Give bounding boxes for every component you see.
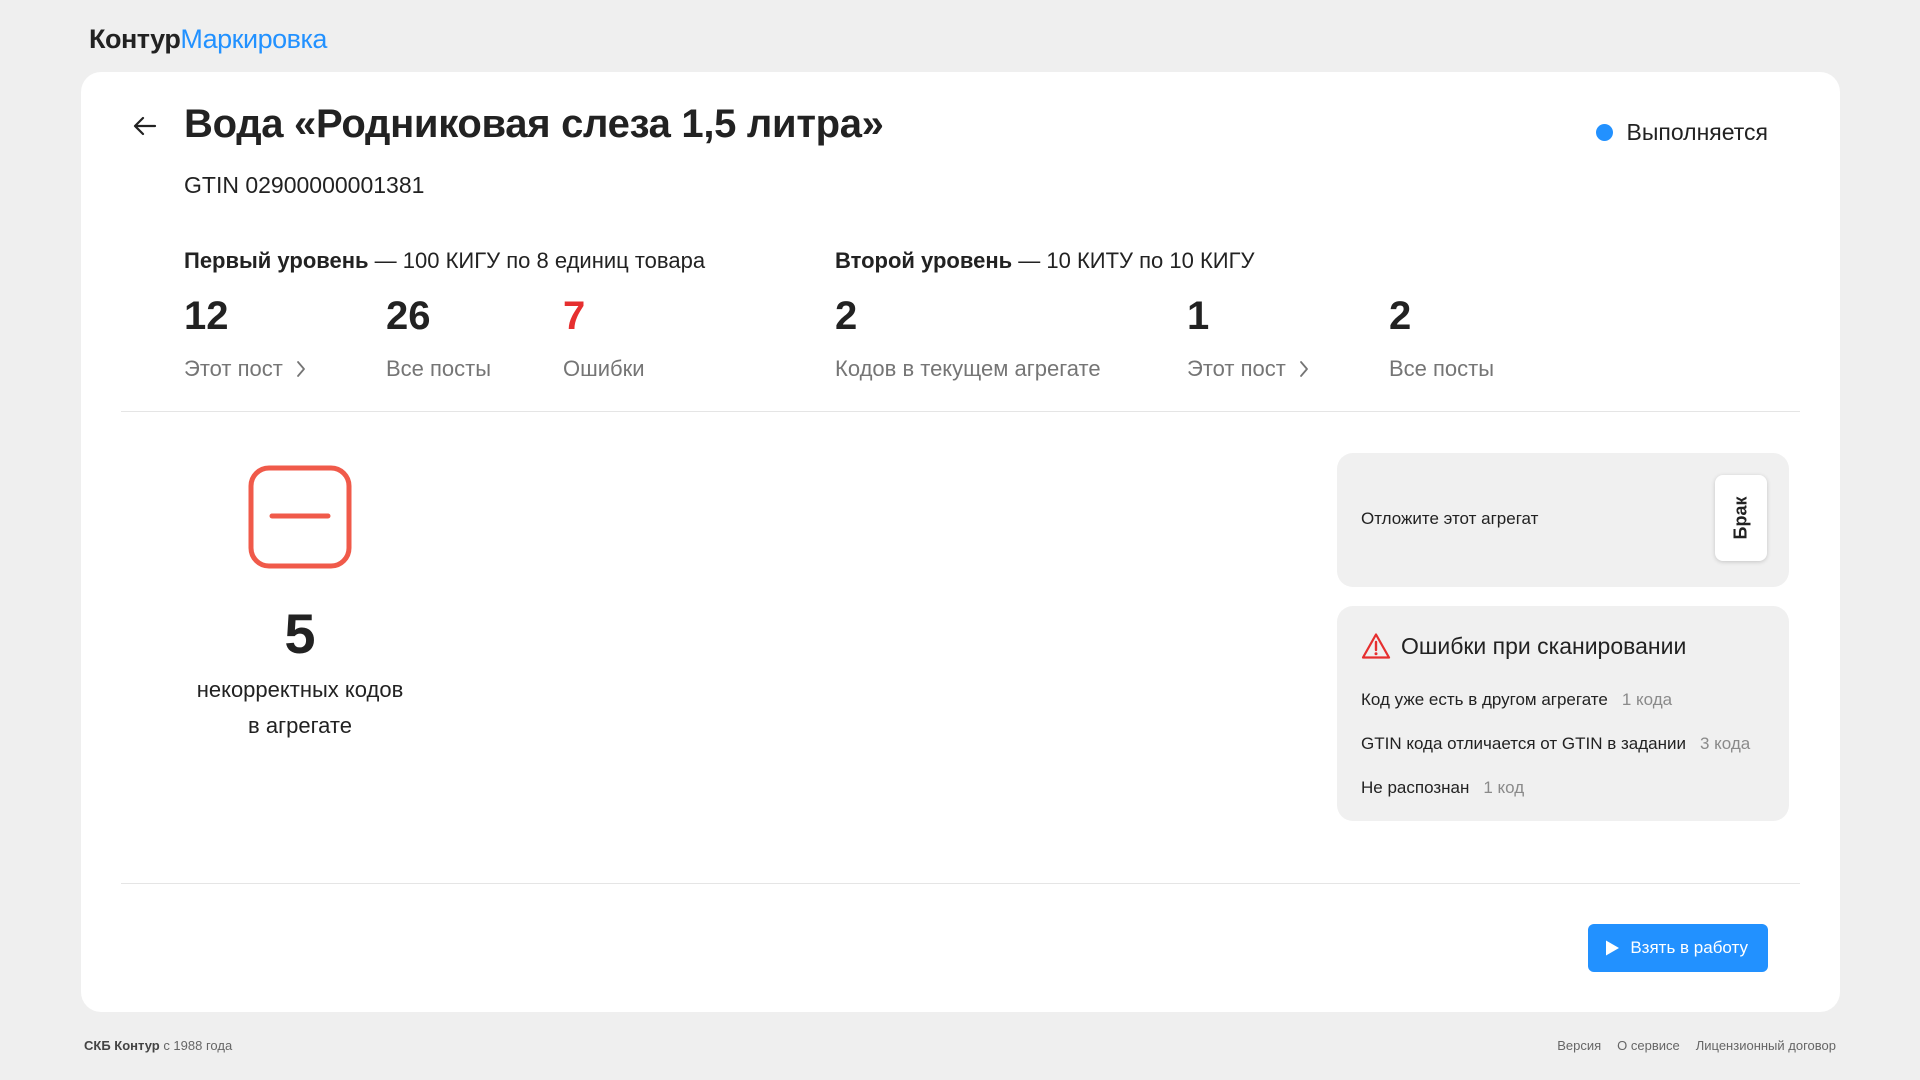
error-row: GTIN кода отличается от GTIN в задании 3 … xyxy=(1361,734,1750,754)
stat-level1-errors: 7 Ошибки xyxy=(563,292,645,382)
warning-triangle-icon xyxy=(1361,633,1391,659)
footer-since: с 1988 года xyxy=(159,1038,233,1053)
scan-errors-header: Ошибки при сканировании xyxy=(1361,632,1686,660)
error-count: 3 кода xyxy=(1699,734,1751,753)
divider-top xyxy=(121,411,1800,412)
footer-links: Версия О сервисе Лицензионный договор xyxy=(1557,1038,1836,1053)
scan-errors-panel: Ошибки при сканировании Код уже есть в д… xyxy=(1337,606,1789,821)
error-row: Код уже есть в другом агрегате 1 кода xyxy=(1361,690,1672,710)
stat-value: 1 xyxy=(1187,294,1210,338)
scan-errors-title: Ошибки при сканировании xyxy=(1401,632,1687,659)
stat-value: 2 xyxy=(1389,294,1412,338)
error-count: 1 кода xyxy=(1621,690,1673,709)
footer-copyright: СКБ Контур с 1988 года xyxy=(84,1038,232,1053)
stat-value: 12 xyxy=(184,294,229,338)
level-1-name: Первый уровень xyxy=(184,248,369,273)
stat-level2-current-aggregate: 2 Кодов в текущем агрегате xyxy=(835,292,1101,382)
stat-value: 2 xyxy=(835,294,858,338)
level-1-heading: Первый уровень — 100 КИГУ по 8 единиц то… xyxy=(184,248,705,274)
status-dot-icon xyxy=(1595,124,1613,141)
stat-level2-all-posts: 2 Все посты xyxy=(1389,292,1494,382)
error-count: 1 код xyxy=(1483,778,1525,797)
footer-company: СКБ Контур xyxy=(84,1038,160,1053)
minus-square-icon xyxy=(248,465,352,569)
page-title: Вода «Родниковая слеза 1,5 литра» xyxy=(184,102,884,146)
stat-label: Этот пост xyxy=(1187,356,1286,381)
stat-label-link[interactable]: Этот пост xyxy=(1187,356,1310,382)
start-work-label: Взять в работу xyxy=(1630,938,1748,957)
brand-logo[interactable]: КонтурМаркировка xyxy=(89,24,327,55)
status-text: Выполняется xyxy=(1626,119,1768,145)
divider-bottom xyxy=(121,883,1800,884)
stat-value: 7 xyxy=(563,294,586,338)
level-2-heading: Второй уровень — 10 КИТУ по 10 КИГУ xyxy=(835,248,1254,274)
stat-level2-this-post[interactable]: 1 Этот пост xyxy=(1187,292,1310,382)
play-icon xyxy=(1606,940,1620,956)
caption-line-1: некорректных кодов xyxy=(196,677,404,702)
footer-link-license[interactable]: Лицензионный договор xyxy=(1696,1038,1836,1053)
stat-level1-this-post[interactable]: 12 Этот пост xyxy=(184,292,307,382)
stat-label: Все посты xyxy=(1389,356,1495,381)
error-label: GTIN кода отличается от GTIN в задании xyxy=(1361,734,1686,753)
footer-link-version[interactable]: Версия xyxy=(1557,1038,1601,1053)
stat-label: Ошибки xyxy=(563,356,645,381)
brand-name-product: Маркировка xyxy=(180,24,327,54)
stat-level1-all-posts: 26 Все посты xyxy=(386,292,491,382)
stat-value: 26 xyxy=(386,294,431,338)
product-gtin: GTIN 02900000001381 xyxy=(184,172,425,198)
brand-name-kontur: Контур xyxy=(89,24,181,54)
task-card: Вода «Родниковая слеза 1,5 литра» GTIN 0… xyxy=(81,72,1840,1012)
error-label: Код уже есть в другом агрегате xyxy=(1361,690,1608,709)
incorrect-codes-caption: некорректных кодов в агрегате xyxy=(184,672,416,744)
stat-label: Все посты xyxy=(386,356,492,381)
status-badge: Выполняется xyxy=(1595,119,1768,146)
level-1-desc: — 100 КИГУ по 8 единиц товара xyxy=(368,248,706,273)
level-2-desc: — 10 КИТУ по 10 КИГУ xyxy=(1012,248,1255,273)
chevron-right-icon xyxy=(296,361,305,377)
level-2-name: Второй уровень xyxy=(835,248,1013,273)
chevron-right-icon xyxy=(1299,361,1308,377)
stat-label-link[interactable]: Этот пост xyxy=(184,356,307,382)
stat-label: Кодов в текущем агрегате xyxy=(835,356,1101,381)
incorrect-codes-count: 5 xyxy=(284,602,316,665)
defect-button-label: Брак xyxy=(1730,496,1751,540)
footer-link-about[interactable]: О сервисе xyxy=(1617,1038,1680,1053)
error-label: Не распознан xyxy=(1361,778,1470,797)
defer-instruction: Отложите этот агрегат xyxy=(1361,509,1539,528)
error-row: Не распознан 1 код xyxy=(1361,778,1524,798)
arrow-left-icon xyxy=(133,116,157,136)
start-work-button[interactable]: Взять в работу xyxy=(1588,924,1768,972)
caption-line-2: в агрегате xyxy=(248,713,352,738)
defect-button[interactable]: Брак xyxy=(1715,475,1767,561)
stat-label: Этот пост xyxy=(184,356,283,381)
back-button[interactable] xyxy=(129,110,161,142)
defer-aggregate-panel: Отложите этот агрегат Брак xyxy=(1337,453,1789,587)
